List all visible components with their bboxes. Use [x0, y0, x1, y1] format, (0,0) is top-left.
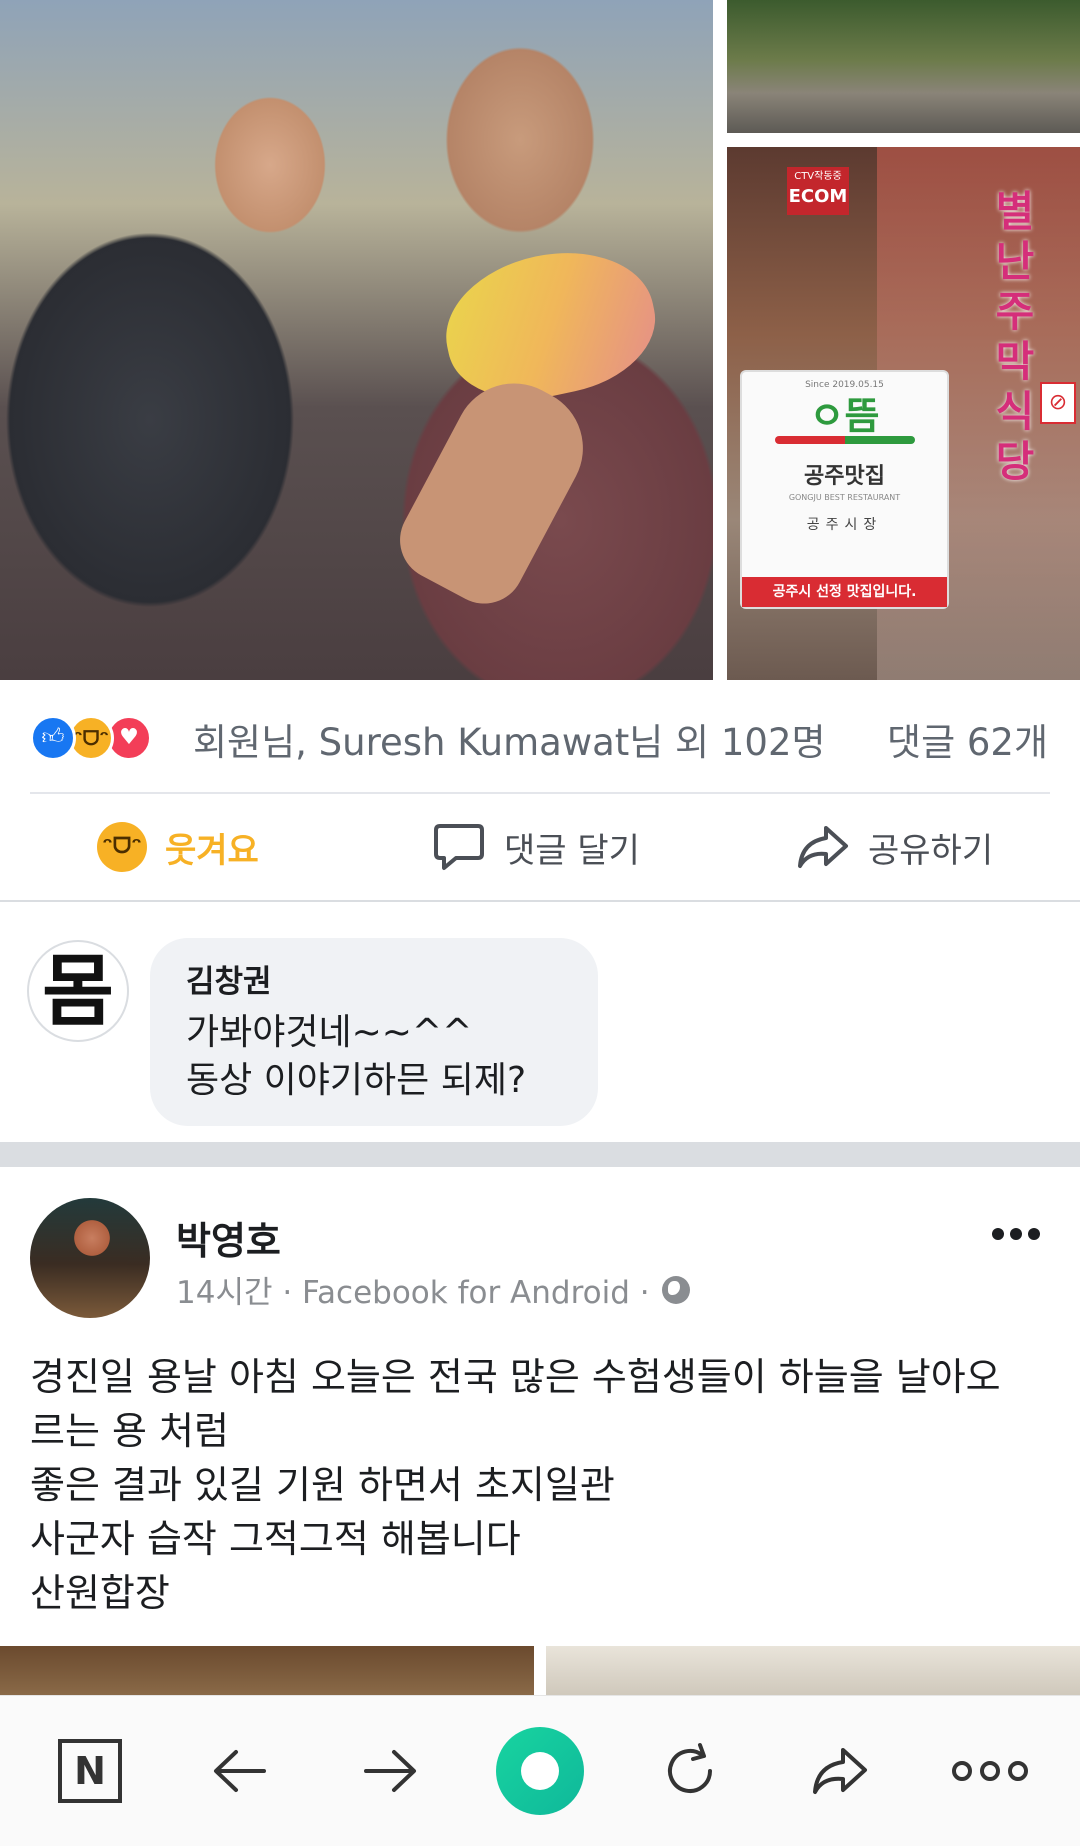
post-author[interactable]: 박영호: [176, 1210, 281, 1265]
laugh-reaction-button[interactable]: ᵔᗜᵔ 웃겨요: [97, 794, 259, 900]
reaction-people-text[interactable]: 회원님, Suresh Kumawat님 외 102명: [193, 712, 826, 766]
post-photo-grid: CTV작동중 ECOM Since 2019.05.15 ㅇ뜸 공주맛집 GON…: [0, 0, 1080, 680]
sign-name: 공주맛집: [804, 464, 885, 489]
sign-city: 공주시장: [806, 517, 883, 533]
post-photo-1[interactable]: [0, 1646, 534, 1696]
post-action-bar: ᵔᗜᵔ 웃겨요 댓글 달기 공유하기: [0, 794, 1080, 900]
browser-toolbar: N: [0, 1695, 1080, 1846]
post-photo-strip: [0, 1646, 1080, 1696]
post-body-text: 경진일 용날 아침 오늘은 전국 많은 수험생들이 하늘을 날아오 르는 용 처…: [30, 1355, 1001, 1615]
share-icon: [813, 1748, 867, 1794]
forward-button[interactable]: [345, 1726, 435, 1816]
sign-banner: 공주시 선정 맛집입니다.: [742, 577, 947, 607]
comment-count[interactable]: 댓글 62개: [887, 712, 1048, 766]
comment-label: 댓글 달기: [504, 830, 640, 871]
post-more-options-button[interactable]: [992, 1228, 1040, 1240]
comment-bubble[interactable]: 김창권 가봐야것네~~^^ 동상 이야기하믄 되제?: [150, 938, 598, 1126]
like-reaction-icon: 👍︎: [30, 715, 76, 761]
laugh-label: 웃겨요: [165, 830, 259, 871]
photo-restaurant-sign[interactable]: CTV작동중 ECOM Since 2019.05.15 ㅇ뜸 공주맛집 GON…: [727, 147, 1080, 680]
comment-bubble-icon: [434, 824, 484, 870]
back-button[interactable]: [195, 1726, 285, 1816]
comment-text: 가봐야것네~~^^ 동상 이야기하믄 되제?: [186, 1012, 527, 1101]
photo-selfie[interactable]: [0, 0, 713, 680]
naver-home-button[interactable]: N: [45, 1726, 135, 1816]
globe-icon: [661, 1275, 690, 1304]
browser-share-button[interactable]: [795, 1726, 885, 1816]
arrow-right-icon: [364, 1750, 416, 1792]
poster-avatar[interactable]: [30, 1198, 150, 1318]
reaction-icons: ♥ ᵔᗜᵔ 👍︎: [30, 715, 180, 765]
cctv-badge: CTV작동중 ECOM: [787, 167, 849, 215]
sign-since: Since 2019.05.15: [805, 380, 884, 390]
photo-entrance-plants[interactable]: [727, 0, 1080, 133]
restaurant-vertical-name: 별 난 주 막 식 당: [995, 187, 1035, 486]
sign-logo: ㅇ뜸: [809, 394, 880, 438]
arrow-left-icon: [214, 1750, 266, 1792]
post-meta-text[interactable]: 14시간 · Facebook for Android ·: [176, 1267, 650, 1312]
green-dot-button[interactable]: [495, 1726, 585, 1816]
naver-n-icon: N: [58, 1739, 122, 1803]
dot-icon: [992, 1228, 1004, 1240]
share-label: 공유하기: [868, 830, 994, 871]
dot-icon: [1010, 1228, 1022, 1240]
post-separator: [0, 1142, 1080, 1167]
green-dot-icon: [496, 1727, 584, 1815]
share-button[interactable]: 공유하기: [796, 794, 993, 900]
more-dots-icon: [952, 1761, 1028, 1781]
post-meta: 14시간 · Facebook for Android ·: [176, 1267, 690, 1312]
restaurant-signboard: Since 2019.05.15 ㅇ뜸 공주맛집 GONGJU BEST RES…: [742, 372, 947, 607]
commenter-avatar[interactable]: 몸: [27, 940, 129, 1042]
scarf-shape: [432, 234, 668, 416]
no-smoking-icon: ⊘: [1040, 382, 1076, 424]
comment-author[interactable]: 김창권: [186, 956, 562, 1001]
share-arrow-icon: [798, 826, 848, 868]
reactions-summary[interactable]: ♥ ᵔᗜᵔ 👍︎ 회원님, Suresh Kumawat님 외 102명 댓글 …: [0, 680, 1080, 790]
dot-icon: [1028, 1228, 1040, 1240]
sign-english: GONGJU BEST RESTAURANT: [788, 493, 901, 502]
post-photo-2[interactable]: [546, 1646, 1080, 1696]
divider: [0, 900, 1080, 902]
reload-icon: [668, 1743, 712, 1793]
reload-button[interactable]: [645, 1726, 735, 1816]
laugh-icon: ᵔᗜᵔ: [97, 822, 147, 872]
browser-more-button[interactable]: [945, 1726, 1035, 1816]
comment-button[interactable]: 댓글 달기: [432, 794, 640, 900]
pointing-finger-shape: [385, 362, 605, 618]
